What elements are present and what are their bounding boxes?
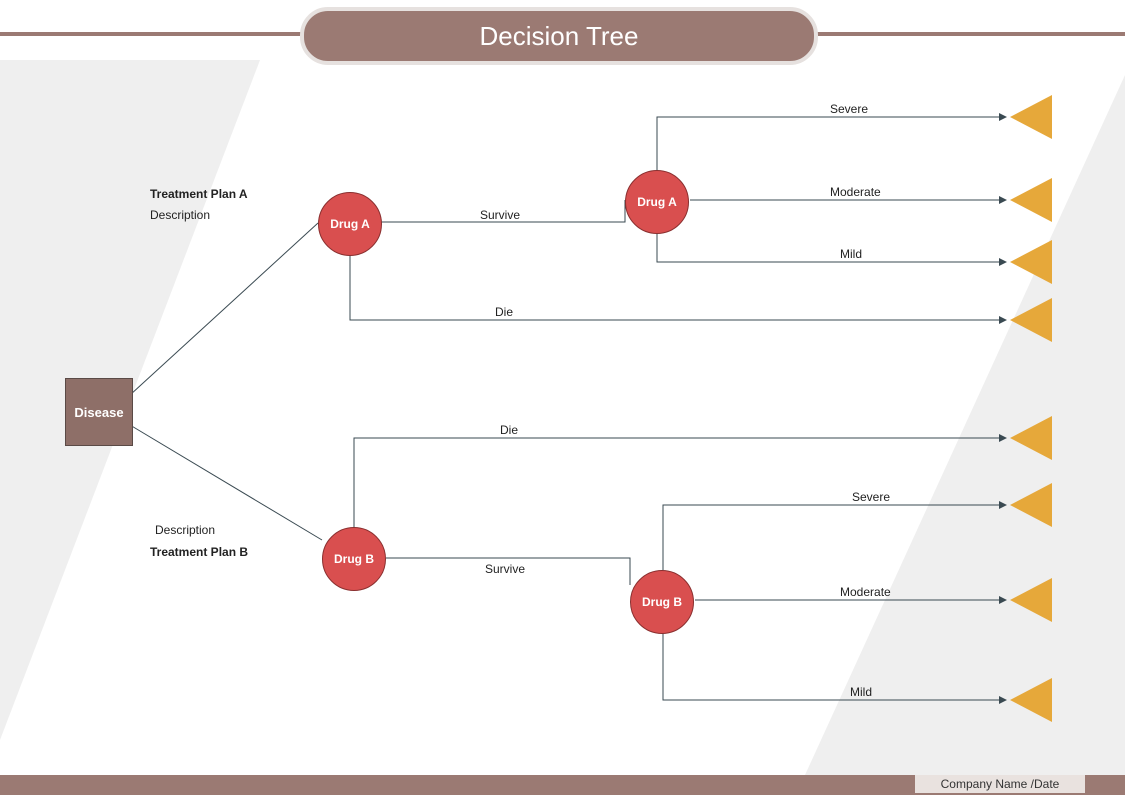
label-moderate-b: Moderate xyxy=(840,585,891,599)
bg-shape-right xyxy=(805,75,1125,775)
outcome-triangle-icon xyxy=(1010,95,1052,139)
page: Decision Tree Disease Treatment Plan A D… xyxy=(0,0,1125,795)
label-severe-a: Severe xyxy=(830,102,868,116)
label-plan-b: Treatment Plan B xyxy=(150,545,248,559)
node-drug-a-1: Drug A xyxy=(318,192,382,256)
label-severe-b: Severe xyxy=(852,490,890,504)
label-desc-a: Description xyxy=(150,208,210,222)
label-mild-a: Mild xyxy=(840,247,862,261)
outcome-triangle-icon xyxy=(1010,416,1052,460)
label-die-a: Die xyxy=(495,305,513,319)
footer-label: Company Name /Date xyxy=(915,775,1085,793)
diagram-title: Decision Tree xyxy=(300,7,818,65)
label-survive-a: Survive xyxy=(480,208,520,222)
root-node-disease: Disease xyxy=(65,378,133,446)
outcome-triangle-icon xyxy=(1010,240,1052,284)
node-drug-b-1: Drug B xyxy=(322,527,386,591)
label-desc-b: Description xyxy=(155,523,215,537)
label-moderate-a: Moderate xyxy=(830,185,881,199)
node-drug-b-2: Drug B xyxy=(630,570,694,634)
outcome-triangle-icon xyxy=(1010,578,1052,622)
label-survive-b: Survive xyxy=(485,562,525,576)
outcome-triangle-icon xyxy=(1010,678,1052,722)
label-mild-b: Mild xyxy=(850,685,872,699)
outcome-triangle-icon xyxy=(1010,483,1052,527)
outcome-triangle-icon xyxy=(1010,298,1052,342)
label-plan-a: Treatment Plan A xyxy=(150,187,248,201)
node-drug-a-2: Drug A xyxy=(625,170,689,234)
label-die-b: Die xyxy=(500,423,518,437)
outcome-triangle-icon xyxy=(1010,178,1052,222)
